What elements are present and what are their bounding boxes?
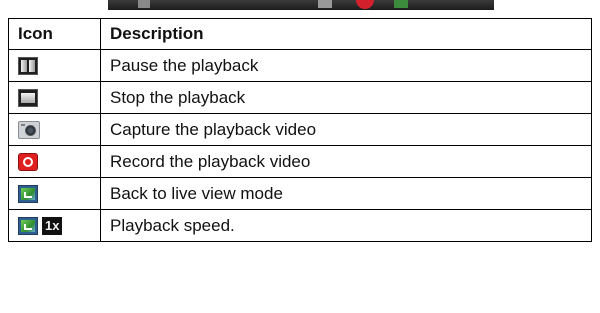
camera-icon xyxy=(18,121,40,140)
icon-description-table: Icon Description Pause the playback Stop… xyxy=(8,18,592,242)
description-cell: Pause the playback xyxy=(100,49,592,82)
live-view-icon xyxy=(18,217,38,236)
description-cell: Record the playback video xyxy=(100,145,592,178)
live-view-icon xyxy=(18,185,38,204)
stop-icon xyxy=(18,89,38,108)
table-row: Back to live view mode xyxy=(8,177,592,210)
icon-cell xyxy=(8,177,101,210)
stop-icon xyxy=(318,0,332,8)
icon-cell xyxy=(8,145,101,178)
record-icon xyxy=(356,0,374,9)
table-row: Capture the playback video xyxy=(8,113,592,146)
live-view-icon xyxy=(394,0,408,8)
icon-cell xyxy=(8,113,101,146)
table-header-row: Icon Description xyxy=(8,18,592,50)
description-cell: Playback speed. xyxy=(100,209,592,242)
icon-cell xyxy=(8,49,101,82)
description-cell: Capture the playback video xyxy=(100,113,592,146)
table-row: 1x Playback speed. xyxy=(8,209,592,242)
table-row: Pause the playback xyxy=(8,49,592,82)
description-column-header: Description xyxy=(100,18,592,50)
playback-toolbar-strip xyxy=(108,0,494,10)
icon-column-header: Icon xyxy=(8,18,101,50)
record-icon xyxy=(18,153,38,172)
speed-badge: 1x xyxy=(42,217,63,236)
pause-icon xyxy=(18,57,38,76)
table-row: Record the playback video xyxy=(8,145,592,178)
layout-icon xyxy=(138,0,150,8)
description-cell: Back to live view mode xyxy=(100,177,592,210)
description-cell: Stop the playback xyxy=(100,81,592,114)
icon-cell xyxy=(8,81,101,114)
table-row: Stop the playback xyxy=(8,81,592,114)
icon-cell: 1x xyxy=(8,209,101,242)
